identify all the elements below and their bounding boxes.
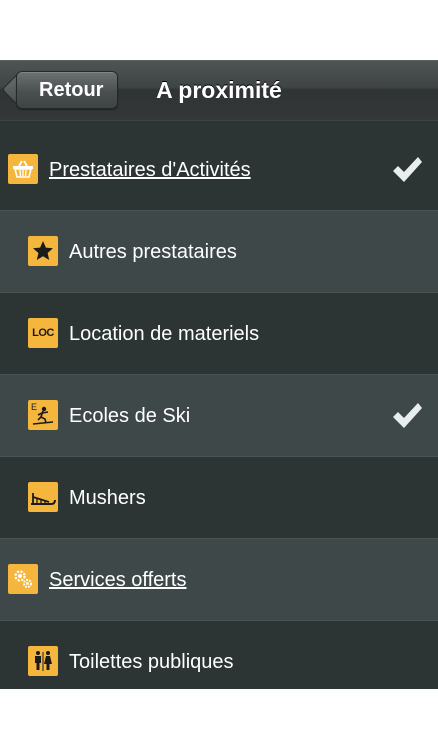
list-item-location-materiels[interactable]: LOC Location de materiels [0,293,438,375]
list-item-label: Prestataires d'Activités [49,159,251,181]
basket-icon [8,154,38,184]
list-item-label: Mushers [69,487,146,509]
skier-icon: E [28,400,58,430]
toilets-icon [28,646,58,676]
checkmark-icon [393,403,422,428]
star-icon [28,236,58,266]
back-button[interactable]: Retour [16,71,119,109]
navigation-bar: A proximité Retour [0,60,438,121]
list-item-label: Services offerts [49,569,187,591]
loc-icon: LOC [28,318,58,348]
nearby-list: Prestataires d'Activités Autres prestata… [0,129,438,689]
list-item-label: Ecoles de Ski [69,405,191,427]
svg-text:E: E [31,402,37,412]
list-item-toilettes-publiques[interactable]: Toilettes publiques [0,621,438,689]
list-item-label: Location de materiels [69,323,260,345]
gears-icon [8,564,38,594]
dog-sled-icon [28,482,58,512]
checkmark-icon [393,157,422,182]
list-item-prestataires-activites[interactable]: Prestataires d'Activités [0,129,438,211]
list-item-label: Toilettes publiques [69,651,234,673]
list-item-label: Autres prestataires [69,241,237,263]
list-item-mushers[interactable]: Mushers [0,457,438,539]
app-screen: A proximité Retour Prestataires d'Activi… [0,60,438,689]
back-button-label: Retour [39,79,104,101]
list-item-services-offerts[interactable]: Services offerts [0,539,438,621]
list-item-ecoles-de-ski[interactable]: E Ecoles de Ski [0,375,438,457]
list-item-autres-prestataires[interactable]: Autres prestataires [0,211,438,293]
